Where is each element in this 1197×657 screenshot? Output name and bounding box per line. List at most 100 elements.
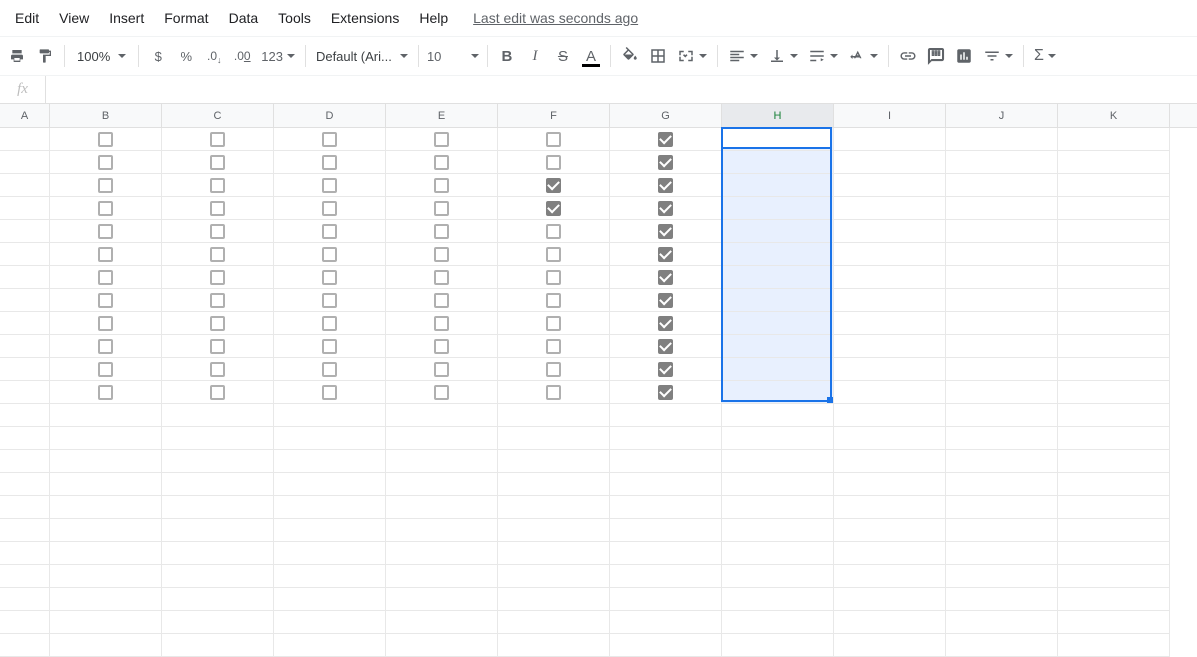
cell-J3[interactable]	[946, 174, 1058, 197]
cell-D12[interactable]	[274, 381, 386, 404]
cell-G18[interactable]	[610, 519, 722, 542]
cell-G16[interactable]	[610, 473, 722, 496]
cell-A10[interactable]	[0, 335, 50, 358]
font-size-dropdown[interactable]: 10	[425, 43, 481, 69]
checkbox[interactable]	[546, 385, 561, 400]
cell-I3[interactable]	[834, 174, 946, 197]
cell-H18[interactable]	[722, 519, 834, 542]
cell-I11[interactable]	[834, 358, 946, 381]
cell-F13[interactable]	[498, 404, 610, 427]
cell-I7[interactable]	[834, 266, 946, 289]
cell-J17[interactable]	[946, 496, 1058, 519]
cell-A12[interactable]	[0, 381, 50, 404]
checkbox[interactable]	[658, 339, 673, 354]
checkbox[interactable]	[210, 362, 225, 377]
insert-comment-button[interactable]	[923, 43, 949, 69]
cell-K23[interactable]	[1058, 634, 1170, 657]
checkbox[interactable]	[98, 293, 113, 308]
cell-C17[interactable]	[162, 496, 274, 519]
cell-B3[interactable]	[50, 174, 162, 197]
insert-link-button[interactable]	[895, 43, 921, 69]
menu-edit[interactable]: Edit	[6, 6, 48, 30]
cell-I21[interactable]	[834, 588, 946, 611]
cell-I4[interactable]	[834, 197, 946, 220]
cell-A22[interactable]	[0, 611, 50, 634]
cell-B6[interactable]	[50, 243, 162, 266]
checkbox[interactable]	[546, 155, 561, 170]
checkbox[interactable]	[322, 201, 337, 216]
cell-A21[interactable]	[0, 588, 50, 611]
checkbox[interactable]	[658, 155, 673, 170]
cell-K13[interactable]	[1058, 404, 1170, 427]
text-rotation-dropdown[interactable]	[844, 43, 882, 69]
cell-E19[interactable]	[386, 542, 498, 565]
cell-K6[interactable]	[1058, 243, 1170, 266]
cell-I15[interactable]	[834, 450, 946, 473]
cell-B8[interactable]	[50, 289, 162, 312]
cell-A8[interactable]	[0, 289, 50, 312]
increase-decimal-button[interactable]: .00	[229, 43, 255, 69]
checkbox[interactable]	[322, 132, 337, 147]
cell-D22[interactable]	[274, 611, 386, 634]
vertical-align-dropdown[interactable]	[764, 43, 802, 69]
cell-G12[interactable]	[610, 381, 722, 404]
cell-J14[interactable]	[946, 427, 1058, 450]
cell-G14[interactable]	[610, 427, 722, 450]
cell-H16[interactable]	[722, 473, 834, 496]
cell-F6[interactable]	[498, 243, 610, 266]
cell-E5[interactable]	[386, 220, 498, 243]
cell-A6[interactable]	[0, 243, 50, 266]
checkbox[interactable]	[210, 316, 225, 331]
cell-G9[interactable]	[610, 312, 722, 335]
checkbox[interactable]	[658, 293, 673, 308]
cell-C19[interactable]	[162, 542, 274, 565]
cell-B7[interactable]	[50, 266, 162, 289]
checkbox[interactable]	[658, 247, 673, 262]
checkbox[interactable]	[658, 362, 673, 377]
cell-D4[interactable]	[274, 197, 386, 220]
fill-color-button[interactable]	[617, 43, 643, 69]
cell-E2[interactable]	[386, 151, 498, 174]
cell-B1[interactable]	[50, 128, 162, 151]
cell-D9[interactable]	[274, 312, 386, 335]
cell-D19[interactable]	[274, 542, 386, 565]
cell-E20[interactable]	[386, 565, 498, 588]
cell-B19[interactable]	[50, 542, 162, 565]
cell-E21[interactable]	[386, 588, 498, 611]
cell-B18[interactable]	[50, 519, 162, 542]
cell-E15[interactable]	[386, 450, 498, 473]
cell-B21[interactable]	[50, 588, 162, 611]
percent-button[interactable]: %	[173, 43, 199, 69]
cell-J10[interactable]	[946, 335, 1058, 358]
cell-C18[interactable]	[162, 519, 274, 542]
cell-D16[interactable]	[274, 473, 386, 496]
merge-cells-dropdown[interactable]	[673, 43, 711, 69]
cell-D7[interactable]	[274, 266, 386, 289]
cell-J13[interactable]	[946, 404, 1058, 427]
cell-K7[interactable]	[1058, 266, 1170, 289]
cell-C4[interactable]	[162, 197, 274, 220]
cell-G7[interactable]	[610, 266, 722, 289]
cell-I2[interactable]	[834, 151, 946, 174]
menu-format[interactable]: Format	[155, 6, 217, 30]
cell-H3[interactable]	[722, 174, 834, 197]
bold-button[interactable]: B	[494, 43, 520, 69]
checkbox[interactable]	[322, 155, 337, 170]
checkbox[interactable]	[434, 201, 449, 216]
horizontal-align-dropdown[interactable]	[724, 43, 762, 69]
cell-B17[interactable]	[50, 496, 162, 519]
cell-C1[interactable]	[162, 128, 274, 151]
checkbox[interactable]	[658, 270, 673, 285]
cell-B9[interactable]	[50, 312, 162, 335]
cell-I16[interactable]	[834, 473, 946, 496]
cell-K9[interactable]	[1058, 312, 1170, 335]
cell-C21[interactable]	[162, 588, 274, 611]
checkbox[interactable]	[434, 155, 449, 170]
filter-dropdown[interactable]	[979, 43, 1017, 69]
checkbox[interactable]	[434, 385, 449, 400]
cell-G11[interactable]	[610, 358, 722, 381]
checkbox[interactable]	[98, 316, 113, 331]
cell-J11[interactable]	[946, 358, 1058, 381]
paint-format-icon[interactable]	[32, 43, 58, 69]
cell-C6[interactable]	[162, 243, 274, 266]
